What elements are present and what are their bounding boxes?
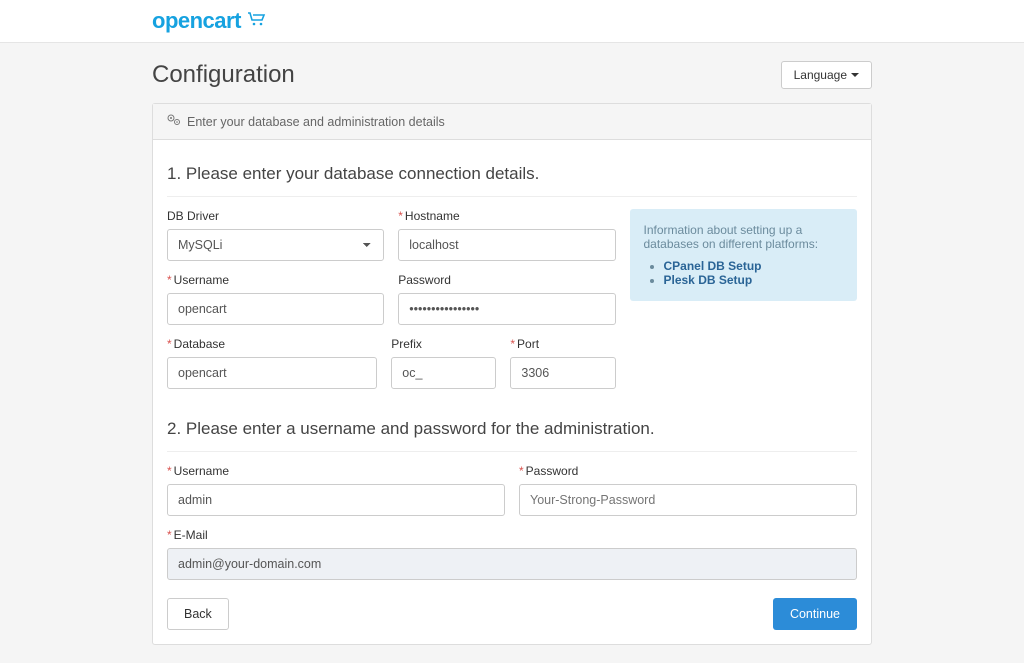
- language-button[interactable]: Language: [781, 61, 872, 89]
- continue-button[interactable]: Continue: [773, 598, 857, 630]
- prefix-input[interactable]: [391, 357, 496, 389]
- hostname-input[interactable]: [398, 229, 615, 261]
- cpanel-link[interactable]: CPanel DB Setup: [664, 259, 762, 273]
- config-panel: Enter your database and administration d…: [152, 103, 872, 645]
- admin-password-label: *Password: [519, 464, 857, 478]
- prefix-label: Prefix: [391, 337, 496, 351]
- port-label: *Port: [510, 337, 615, 351]
- admin-username-input[interactable]: [167, 484, 505, 516]
- port-input[interactable]: [510, 357, 615, 389]
- logo-text: opencart: [152, 8, 241, 34]
- language-label: Language: [794, 68, 847, 82]
- db-driver-select[interactable]: MySQLi: [167, 229, 384, 261]
- admin-password-input[interactable]: [519, 484, 857, 516]
- plesk-link[interactable]: Plesk DB Setup: [664, 273, 753, 287]
- database-label: *Database: [167, 337, 377, 351]
- section1-title: 1. Please enter your database connection…: [167, 154, 857, 197]
- admin-username-label: *Username: [167, 464, 505, 478]
- panel-header: Enter your database and administration d…: [153, 104, 871, 140]
- page-title: Configuration: [152, 61, 295, 89]
- info-box: Information about setting up a databases…: [630, 209, 858, 301]
- db-driver-label: DB Driver: [167, 209, 384, 223]
- email-label: *E-Mail: [167, 528, 857, 542]
- back-button[interactable]: Back: [167, 598, 229, 630]
- db-password-input[interactable]: [398, 293, 615, 325]
- db-username-input[interactable]: [167, 293, 384, 325]
- db-password-label: Password: [398, 273, 615, 287]
- database-input[interactable]: [167, 357, 377, 389]
- cart-icon: [247, 8, 267, 34]
- gears-icon: [167, 114, 181, 129]
- section2-title: 2. Please enter a username and password …: [167, 409, 857, 452]
- panel-subtitle: Enter your database and administration d…: [187, 115, 445, 129]
- info-text: Information about setting up a databases…: [644, 223, 844, 251]
- email-input[interactable]: [167, 548, 857, 580]
- logo: opencart: [152, 8, 872, 34]
- db-username-label: *Username: [167, 273, 384, 287]
- hostname-label: *Hostname: [398, 209, 615, 223]
- caret-down-icon: [851, 73, 859, 77]
